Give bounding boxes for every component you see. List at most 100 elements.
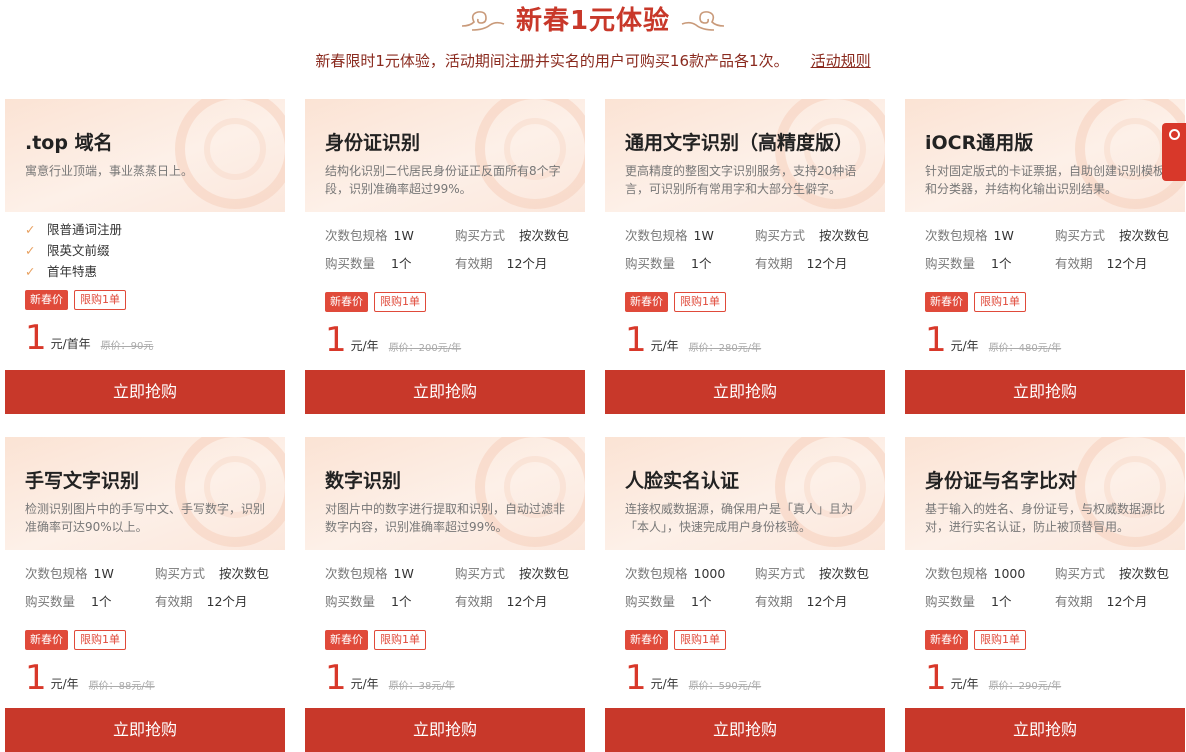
buy-now-button[interactable]: 立即抢购 bbox=[905, 708, 1185, 752]
check-icon: ✓ bbox=[25, 243, 36, 258]
card-banner: .top 域名 寓意行业顶端，事业蒸蒸日上。 bbox=[5, 99, 285, 212]
spec-package: 次数包规格 1W bbox=[925, 225, 1014, 244]
spec-label: 次数包规格 bbox=[25, 566, 88, 581]
feature-item: ✓ 首年特惠 bbox=[25, 261, 122, 282]
spec-label: 购买方式 bbox=[155, 566, 206, 581]
limit-badge: 限购1单 bbox=[974, 630, 1026, 650]
badge-group: 新春价 限购1单 bbox=[925, 630, 1026, 650]
price-unit: 元/年 bbox=[50, 677, 79, 691]
card-banner: 身份证识别 结构化识别二代居民身份证正反面所有8个字段，识别准确率超过99%。 bbox=[305, 99, 585, 212]
price-value: 1 bbox=[625, 320, 647, 360]
product-card-4: iOCR通用版 针对固定版式的卡证票据，自助创建识别模板和分类器，并结构化输出识… bbox=[905, 99, 1185, 414]
spec-method: 购买方式 按次数包 bbox=[455, 225, 569, 244]
price-row: 1 元/年 原价：290元/年 bbox=[925, 661, 1061, 695]
product-card-1: .top 域名 寓意行业顶端，事业蒸蒸日上。 ✓ 限普通词注册 ✓ 限英文前缀 ✓ 首年特… bbox=[5, 99, 285, 414]
spec-value: 按次数包 bbox=[519, 566, 570, 581]
price-value: 1 bbox=[25, 658, 47, 698]
product-name: .top 域名 bbox=[25, 132, 113, 154]
product-description: 针对固定版式的卡证票据，自助创建识别模板和分类器，并结构化输出识别结果。 bbox=[925, 164, 1166, 196]
spec-value: 按次数包 bbox=[819, 566, 870, 581]
buy-now-button[interactable]: 立即抢购 bbox=[305, 708, 585, 752]
spec-method: 购买方式 按次数包 bbox=[755, 225, 869, 244]
spec-value: 按次数包 bbox=[519, 228, 570, 243]
buy-now-button[interactable]: 立即抢购 bbox=[605, 370, 885, 414]
spec-method: 购买方式 按次数包 bbox=[1055, 563, 1169, 582]
price-value: 1 bbox=[925, 320, 947, 360]
card-decoration bbox=[175, 99, 285, 209]
price-row: 1 元/年 原价：590元/年 bbox=[625, 661, 761, 695]
spec-package: 次数包规格 1W bbox=[25, 563, 114, 582]
spec-label: 购买数量 bbox=[325, 256, 376, 271]
limit-badge: 限购1单 bbox=[674, 630, 726, 650]
buy-now-button[interactable]: 立即抢购 bbox=[905, 370, 1185, 414]
limit-badge: 限购1单 bbox=[374, 630, 426, 650]
new-year-price-badge: 新春价 bbox=[325, 292, 368, 312]
promo-subtitle: 新春限时1元体验，活动期间注册并实名的用户可购买16款产品各1次。 bbox=[315, 52, 789, 70]
product-name: 通用文字识别（高精度版） bbox=[625, 132, 854, 154]
price-unit: 元/年 bbox=[950, 677, 979, 691]
spec-value: 按次数包 bbox=[819, 228, 870, 243]
product-card-2: 身份证识别 结构化识别二代居民身份证正反面所有8个字段，识别准确率超过99%。 … bbox=[305, 99, 585, 414]
check-icon: ✓ bbox=[25, 264, 36, 279]
feature-item: ✓ 限普通词注册 bbox=[25, 219, 122, 240]
new-year-price-badge: 新春价 bbox=[925, 630, 968, 650]
card-banner: 通用文字识别（高精度版） 更高精度的整图文字识别服务，支持20种语言，可识别所有… bbox=[605, 99, 885, 212]
spec-value: 12个月 bbox=[1106, 594, 1148, 609]
spec-value: 按次数包 bbox=[1119, 228, 1170, 243]
buy-now-button[interactable]: 立即抢购 bbox=[305, 370, 585, 414]
spec-label: 有效期 bbox=[455, 256, 493, 271]
price-unit: 元/年 bbox=[350, 339, 379, 353]
spec-value: 按次数包 bbox=[219, 566, 270, 581]
spec-validity: 有效期 12个月 bbox=[1055, 591, 1147, 610]
feature-text: 限英文前缀 bbox=[47, 243, 110, 258]
buy-now-button[interactable]: 立即抢购 bbox=[605, 708, 885, 752]
spec-value: 1个 bbox=[91, 594, 112, 609]
card-banner: 手写文字识别 检测识别图片中的手写中文、手写数字，识别准确率可达90%以上。 bbox=[5, 437, 285, 550]
spec-value: 1W bbox=[393, 228, 414, 243]
price-value: 1 bbox=[25, 318, 47, 358]
badge-group: 新春价 限购1单 bbox=[925, 292, 1026, 312]
cloud-right-icon bbox=[681, 11, 725, 31]
spec-value: 按次数包 bbox=[1119, 566, 1170, 581]
spec-value: 1W bbox=[93, 566, 114, 581]
spec-package: 次数包规格 1000 bbox=[625, 563, 725, 582]
spec-label: 次数包规格 bbox=[625, 228, 688, 243]
spec-label: 购买数量 bbox=[325, 594, 376, 609]
spec-method: 购买方式 按次数包 bbox=[155, 563, 269, 582]
original-price: 原价：38元/年 bbox=[388, 681, 455, 692]
buy-now-button[interactable]: 立即抢购 bbox=[5, 370, 285, 414]
badge-group: 新春价 限购1单 bbox=[325, 630, 426, 650]
feature-text: 限普通词注册 bbox=[47, 222, 123, 237]
card-banner: 数字识别 对图片中的数字进行提取和识别，自动过滤非数字内容，识别准确率超过99%… bbox=[305, 437, 585, 550]
spec-quantity: 购买数量 1个 bbox=[625, 591, 711, 610]
spec-label: 购买数量 bbox=[625, 256, 676, 271]
spec-value: 12个月 bbox=[806, 594, 848, 609]
feature-text: 首年特惠 bbox=[47, 264, 98, 279]
spec-quantity: 购买数量 1个 bbox=[625, 253, 711, 272]
rules-link[interactable]: 活动规则 bbox=[811, 50, 871, 71]
original-price: 原价：200元/年 bbox=[388, 343, 462, 354]
product-card-7: 人脸实名认证 连接权威数据源，确保用户是「真人」且为「本人」，快速完成用户身份核… bbox=[605, 437, 885, 752]
spec-label: 次数包规格 bbox=[625, 566, 688, 581]
page-title: 新春1元体验 bbox=[515, 6, 671, 36]
price-value: 1 bbox=[325, 320, 347, 360]
product-description: 基于输入的姓名、身份证号，与权威数据源比对，进行实名认证，防止被顶替冒用。 bbox=[925, 502, 1166, 534]
product-description: 寓意行业顶端，事业蒸蒸日上。 bbox=[25, 164, 194, 178]
original-price: 原价：290元/年 bbox=[988, 681, 1062, 692]
price-row: 1 元/年 原价：88元/年 bbox=[25, 661, 155, 695]
buy-now-button[interactable]: 立即抢购 bbox=[5, 708, 285, 752]
spec-value: 1个 bbox=[391, 256, 412, 271]
spec-label: 有效期 bbox=[155, 594, 193, 609]
spec-value: 1000 bbox=[993, 566, 1026, 581]
limit-badge: 限购1单 bbox=[74, 630, 126, 650]
spec-validity: 有效期 12个月 bbox=[755, 253, 847, 272]
chat-icon bbox=[1168, 129, 1180, 140]
new-year-price-badge: 新春价 bbox=[925, 292, 968, 312]
original-price: 原价：280元/年 bbox=[688, 343, 762, 354]
side-float-tab[interactable] bbox=[1162, 123, 1186, 181]
spec-value: 12个月 bbox=[506, 256, 548, 271]
spec-validity: 有效期 12个月 bbox=[1055, 253, 1147, 272]
new-year-price-badge: 新春价 bbox=[325, 630, 368, 650]
new-year-price-badge: 新春价 bbox=[625, 630, 668, 650]
product-name: 身份证与名字比对 bbox=[925, 470, 1078, 492]
